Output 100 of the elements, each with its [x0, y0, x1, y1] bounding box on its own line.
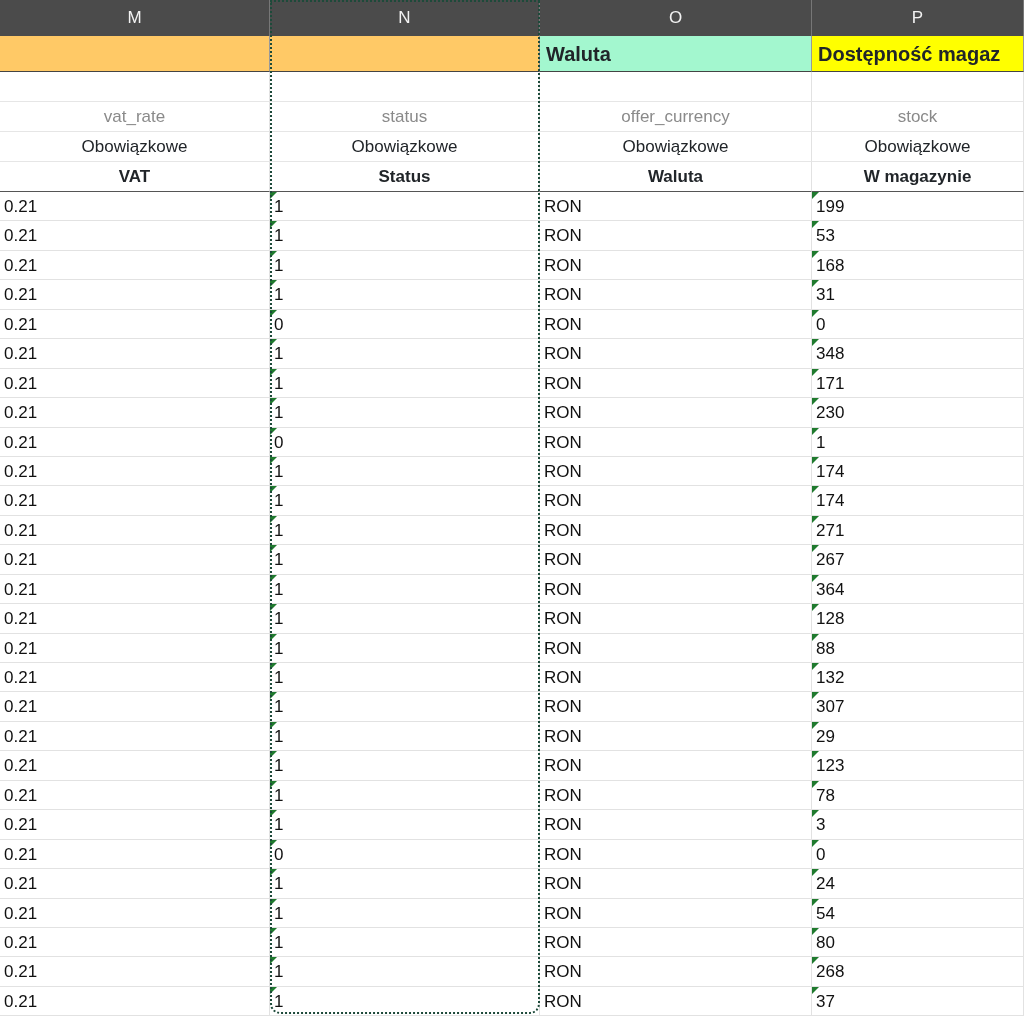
table-cell: 0.21 — [0, 692, 270, 722]
table-cell: 1 — [270, 692, 540, 722]
table-cell: 267 — [812, 545, 1024, 575]
table-cell: RON — [540, 663, 812, 693]
table-cell: 364 — [812, 574, 1024, 605]
requirement-label: Obowiązkowe — [0, 132, 270, 162]
field-key: stock — [812, 102, 1024, 132]
table-cell: 1 — [270, 957, 540, 987]
table-cell: 0.21 — [0, 810, 270, 840]
table-cell: 123 — [812, 751, 1024, 781]
table-cell: 24 — [812, 869, 1024, 899]
table-cell: 0.21 — [0, 192, 270, 222]
table-cell: 1 — [270, 663, 540, 693]
table-cell: 0.21 — [0, 486, 270, 516]
table-cell: 1 — [270, 192, 540, 222]
column-header[interactable]: P — [812, 0, 1024, 36]
table-cell: 0.21 — [0, 515, 270, 546]
table-cell: 78 — [812, 780, 1024, 811]
table-cell: 0.21 — [0, 456, 270, 487]
table-cell: 1 — [270, 250, 540, 281]
table-cell: 0.21 — [0, 604, 270, 634]
table-cell: 1 — [270, 280, 540, 310]
field-key: vat_rate — [0, 102, 270, 132]
table-cell: RON — [540, 574, 812, 605]
table-cell: 0.21 — [0, 780, 270, 811]
table-cell: RON — [540, 368, 812, 399]
table-cell: RON — [540, 456, 812, 487]
table-cell: 1 — [270, 456, 540, 487]
table-cell: 1 — [270, 986, 540, 1017]
table-cell: 174 — [812, 486, 1024, 516]
table-cell: 1 — [270, 869, 540, 899]
table-cell: 171 — [812, 368, 1024, 399]
field-key: offer_currency — [540, 102, 812, 132]
table-cell: RON — [540, 604, 812, 634]
table-cell: 0.21 — [0, 663, 270, 693]
table-cell: 1 — [270, 721, 540, 752]
table-cell: 1 — [270, 368, 540, 399]
table-cell: RON — [540, 780, 812, 811]
table-cell: RON — [540, 898, 812, 928]
table-cell: 174 — [812, 456, 1024, 487]
column-label: VAT — [0, 162, 270, 192]
table-cell: 0.21 — [0, 898, 270, 928]
table-cell: 54 — [812, 898, 1024, 928]
table-cell: 0.21 — [0, 986, 270, 1017]
table-cell: 230 — [812, 398, 1024, 428]
table-cell: 0.21 — [0, 221, 270, 251]
table-cell: RON — [540, 545, 812, 575]
table-cell: 1 — [270, 515, 540, 546]
requirement-label: Obowiązkowe — [812, 132, 1024, 162]
column-header[interactable]: M — [0, 0, 270, 36]
table-cell: 29 — [812, 721, 1024, 752]
table-cell: RON — [540, 927, 812, 958]
table-cell: 271 — [812, 515, 1024, 546]
table-cell: 0.21 — [0, 309, 270, 340]
table-cell: RON — [540, 810, 812, 840]
column-header[interactable]: O — [540, 0, 812, 36]
table-cell: 1 — [270, 339, 540, 369]
table-cell: RON — [540, 309, 812, 340]
table-cell: RON — [540, 250, 812, 281]
table-cell: 168 — [812, 250, 1024, 281]
table-cell: RON — [540, 280, 812, 310]
table-cell: 0.21 — [0, 427, 270, 457]
table-cell: 0.21 — [0, 574, 270, 605]
table-cell: 1 — [270, 751, 540, 781]
table-cell: 1 — [270, 398, 540, 428]
table-cell: 53 — [812, 221, 1024, 251]
table-cell: 1 — [270, 780, 540, 811]
table-cell: RON — [540, 515, 812, 546]
table-cell: RON — [540, 986, 812, 1017]
table-cell: 0.21 — [0, 633, 270, 663]
table-cell: RON — [540, 192, 812, 222]
table-cell: RON — [540, 839, 812, 870]
table-cell: 0.21 — [0, 339, 270, 369]
table-cell: 0.21 — [0, 368, 270, 399]
table-cell: 268 — [812, 957, 1024, 987]
table-cell: 1 — [270, 927, 540, 958]
table-cell: 132 — [812, 663, 1024, 693]
table-cell: 0.21 — [0, 250, 270, 281]
table-cell: 1 — [812, 427, 1024, 457]
table-cell: RON — [540, 633, 812, 663]
table-cell: 1 — [270, 574, 540, 605]
table-cell: 1 — [270, 633, 540, 663]
group-header: Waluta — [540, 36, 812, 72]
table-cell: 1 — [270, 486, 540, 516]
column-label: W magazynie — [812, 162, 1024, 192]
table-cell: 1 — [270, 604, 540, 634]
table-cell: 307 — [812, 692, 1024, 722]
table-cell: 0 — [812, 839, 1024, 870]
table-cell: 80 — [812, 927, 1024, 958]
table-cell: 0 — [270, 309, 540, 340]
field-key: status — [270, 102, 540, 132]
table-cell: 348 — [812, 339, 1024, 369]
table-cell: 0.21 — [0, 398, 270, 428]
table-cell: 0 — [270, 427, 540, 457]
table-cell: 0.21 — [0, 927, 270, 958]
table-cell: 0.21 — [0, 869, 270, 899]
column-label: Status — [270, 162, 540, 192]
column-header[interactable]: N — [270, 0, 540, 36]
table-cell: 3 — [812, 810, 1024, 840]
table-cell: 199 — [812, 192, 1024, 222]
